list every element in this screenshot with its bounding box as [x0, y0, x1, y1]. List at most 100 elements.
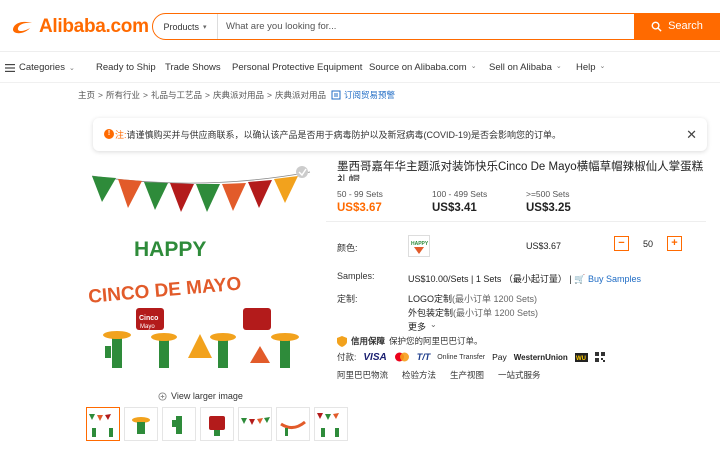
tier-price: US$3.67: [337, 202, 382, 214]
chevron-down-icon: ▾: [203, 23, 207, 31]
notice-text: 请谨慎购买并与供应商联系，以确认该产品是否用于病毒防护以及新冠病毒(COVID-…: [126, 130, 562, 140]
chevron-down-icon: ⌄: [470, 63, 477, 70]
swatch-text: HAPPY: [411, 241, 429, 247]
menu-icon: [5, 63, 15, 72]
nav-ready-to-ship[interactable]: Ready to Ship: [96, 62, 156, 73]
nav-categories-label: Categories: [19, 62, 65, 73]
view-larger-link[interactable]: View larger image: [158, 391, 243, 401]
notice-prefix: 注:: [115, 130, 127, 140]
shield-icon: [337, 335, 347, 347]
thumbnail-image[interactable]: [238, 407, 272, 441]
tier-quantity: 100 - 499 Sets: [432, 189, 488, 199]
tier-price: US$3.41: [432, 202, 477, 214]
warning-icon: !: [104, 129, 114, 139]
chevron-down-icon: ⌄: [430, 320, 437, 329]
quantity-stepper: − 50 +: [614, 236, 682, 251]
alibaba-logo[interactable]: Alibaba.com: [10, 16, 149, 38]
search-input[interactable]: [218, 14, 634, 39]
chevron-down-icon: ⌄: [68, 64, 75, 72]
search-button[interactable]: Search: [634, 12, 720, 40]
alibaba-logo-icon: [13, 21, 32, 34]
breadcrumb: 主页 > 所有行业 > 礼品与工艺品 > 庆典派对用品 > 庆典派对用品 订阅贸…: [78, 89, 395, 101]
tt-icon: T/T: [416, 352, 431, 362]
samples-text: US$10.00/Sets | 1 Sets （最小起订量） |: [408, 274, 572, 284]
nav-source-label: Source on Alibaba.com: [369, 62, 467, 73]
unit-price: US$3.67: [526, 241, 562, 251]
logo-text: Alibaba.com: [39, 16, 149, 37]
wu-logo-icon: WU: [574, 352, 588, 362]
price-tier: 50 - 99 Sets US$3.67: [337, 189, 383, 214]
more-label: 更多: [408, 322, 427, 332]
nav-categories[interactable]: Categories ⌄: [5, 62, 75, 73]
breadcrumb-item[interactable]: 所有行业: [106, 89, 140, 101]
nav-help[interactable]: Help ⌄: [576, 62, 605, 73]
apple-pay-label: Pay: [492, 352, 507, 362]
tier-quantity: >=500 Sets: [526, 189, 570, 199]
breadcrumb-item[interactable]: 礼品与工艺品: [151, 89, 202, 101]
breadcrumb-item[interactable]: 主页: [78, 89, 95, 101]
nav-source[interactable]: Source on Alibaba.com ⌄: [369, 62, 477, 73]
top-nav: Categories ⌄ Ready to Ship Trade Shows P…: [0, 56, 720, 80]
service-logistics[interactable]: 阿里巴巴物流: [337, 369, 388, 381]
online-transfer-icon: Online Transfer: [437, 353, 486, 361]
decrease-button[interactable]: −: [614, 236, 629, 251]
search-bar: Products ▾ Search: [152, 12, 720, 40]
customization-packaging: 外包装定制(最小订单 1200 Sets): [408, 306, 538, 319]
thumbnail-image[interactable]: [200, 407, 234, 441]
customization-label: 定制:: [337, 294, 358, 304]
service-inspection[interactable]: 检验方法: [402, 369, 436, 381]
nav-help-label: Help: [576, 62, 596, 73]
service-one-stop[interactable]: 一站式服务: [498, 369, 541, 381]
tier-price: US$3.25: [526, 202, 571, 214]
payment-methods: 付款: VISA T/T Online Transfer Pay Western…: [337, 351, 605, 363]
increase-button[interactable]: +: [667, 236, 682, 251]
zoom-icon: [158, 391, 167, 401]
close-icon[interactable]: ✕: [686, 127, 697, 143]
price-tier: >=500 Sets US$3.25: [526, 189, 571, 214]
apple-pay-icon: Pay: [492, 352, 507, 362]
qr-icon: [594, 352, 605, 362]
chevron-down-icon: ⌄: [599, 63, 606, 70]
tier-quantity: 50 - 99 Sets: [337, 189, 383, 199]
search-button-label: Search: [668, 20, 703, 32]
payment-label: 付款:: [337, 352, 357, 362]
product-main-image[interactable]: HAPPY CINCO DE MAYO Cinco Mayo: [87, 158, 314, 384]
samples-info: US$10.00/Sets | 1 Sets （最小起订量） | 🛒 Buy S…: [408, 272, 641, 285]
search-icon: [651, 21, 662, 32]
services-row: 阿里巴巴物流 检验方法 生产视图 一站式服务: [337, 369, 541, 381]
thumbnail-image[interactable]: [86, 407, 120, 441]
trade-alert-link[interactable]: 订阅贸易预警: [344, 89, 395, 101]
search-category-select[interactable]: Products ▾: [153, 14, 218, 39]
thumbnail-image[interactable]: [162, 407, 196, 441]
quantity-input[interactable]: 50: [635, 239, 661, 249]
cart-icon: 🛒: [574, 274, 586, 284]
breadcrumb-item[interactable]: 庆典派对用品: [213, 89, 264, 101]
nav-ppe[interactable]: Personal Protective Equipment: [232, 62, 362, 73]
samples-label: Samples:: [337, 271, 375, 281]
more-customization[interactable]: 更多 ⌄: [408, 320, 437, 333]
packaging-customization: 外包装定制: [408, 308, 454, 318]
thumbnail-image[interactable]: [124, 407, 158, 441]
service-production-view[interactable]: 生产视图: [450, 369, 484, 381]
breadcrumb-separator: >: [143, 90, 148, 100]
thumbnail-image[interactable]: [276, 407, 310, 441]
color-swatch[interactable]: HAPPY: [408, 235, 430, 257]
trade-assurance-title[interactable]: 信用保障: [351, 335, 385, 347]
packaging-min-order: (最小订单 1200 Sets): [453, 308, 539, 318]
breadcrumb-separator: >: [266, 90, 272, 100]
thumbnail-image[interactable]: [314, 407, 348, 441]
topper-text-a: Cinco: [139, 315, 158, 322]
nav-sell[interactable]: Sell on Alibaba ⌄: [489, 62, 562, 73]
nav-divider: [0, 82, 720, 83]
breadcrumb-item[interactable]: 庆典派对用品: [275, 89, 326, 101]
mastercard-icon: [394, 352, 409, 362]
nav-trade-shows[interactable]: Trade Shows: [165, 62, 221, 73]
buy-samples-link[interactable]: Buy Samples: [588, 274, 641, 284]
logo-customization: LOGO定制: [408, 294, 453, 304]
trade-assurance-text: 保护您的阿里巴巴订单。: [389, 336, 483, 346]
logo-min-order: (最小订单 1200 Sets): [452, 294, 538, 304]
thumbnail-strip: [86, 407, 348, 441]
search-category-label: Products: [163, 21, 199, 32]
color-label: 颜色:: [337, 243, 358, 253]
view-larger-label: View larger image: [171, 391, 243, 401]
